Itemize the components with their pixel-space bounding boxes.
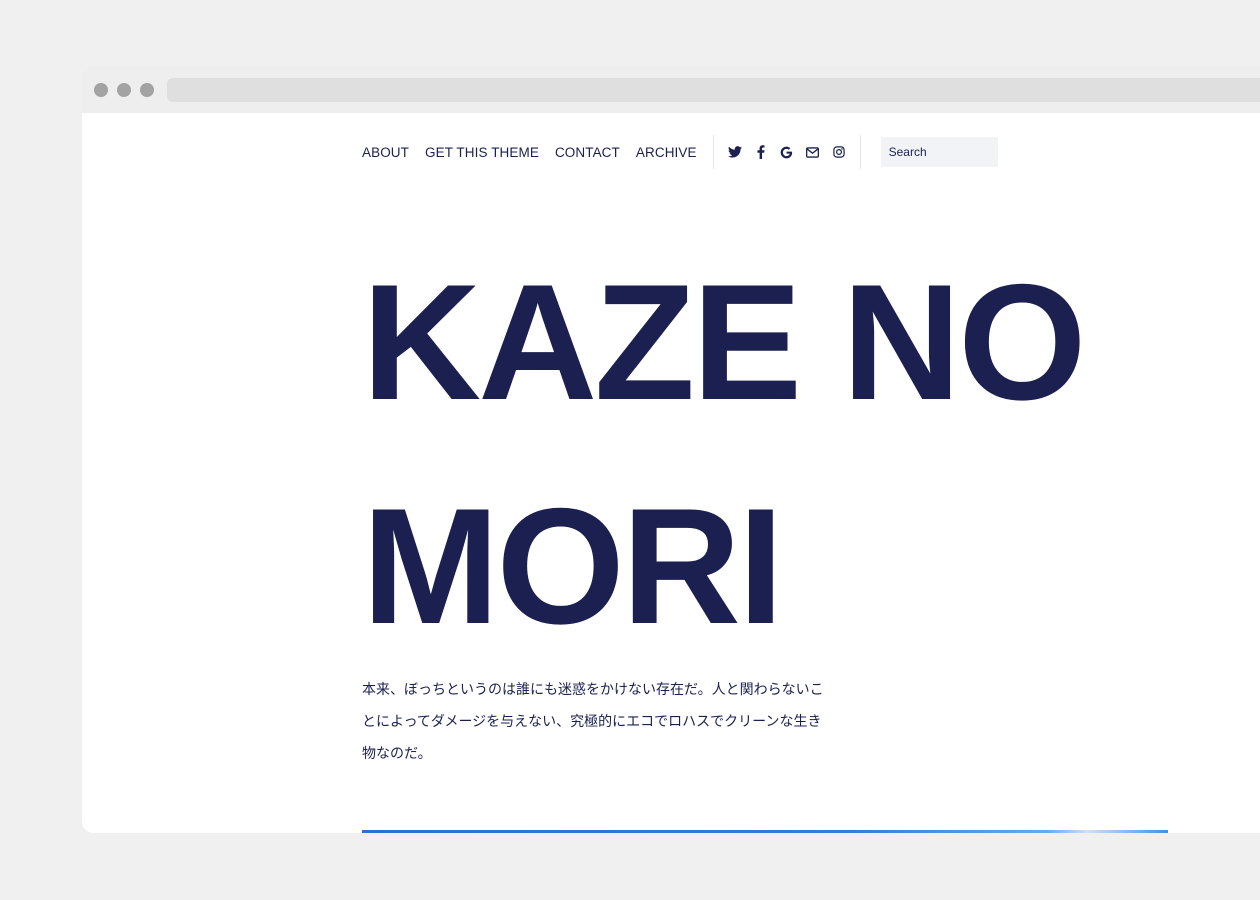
search-input[interactable] <box>880 137 998 167</box>
nav-divider <box>859 135 861 169</box>
mail-icon[interactable] <box>806 145 820 159</box>
browser-titlebar <box>82 66 1260 113</box>
nav-link-archive[interactable]: ARCHIVE <box>636 145 697 160</box>
nav-link-about[interactable]: ABOUT <box>362 145 409 160</box>
nav-link-get-this-theme[interactable]: GET THIS THEME <box>425 145 539 160</box>
top-nav: ABOUT GET THIS THEME CONTACT ARCHIVE <box>362 135 998 169</box>
featured-image-top-edge[interactable] <box>362 830 1168 833</box>
site-title: KAZE NO MORI <box>362 230 1162 678</box>
nav-link-contact[interactable]: CONTACT <box>555 145 620 160</box>
instagram-icon[interactable] <box>832 145 846 159</box>
facebook-icon[interactable] <box>754 145 768 159</box>
site-title-line-1: KAZE NO <box>362 250 1087 434</box>
twitter-icon[interactable] <box>727 145 742 159</box>
address-bar[interactable] <box>167 78 1260 102</box>
site-title-line-2: MORI <box>362 474 784 658</box>
window-close-dot[interactable] <box>94 83 108 97</box>
window-maximize-dot[interactable] <box>140 83 154 97</box>
intro-paragraph: 本来、ぼっちというのは誰にも迷惑をかけない存在だ。人と関わらないことによってダメ… <box>362 682 824 762</box>
social-links <box>727 145 858 159</box>
page-content: ABOUT GET THIS THEME CONTACT ARCHIVE Sea… <box>82 113 1260 833</box>
browser-window: ABOUT GET THIS THEME CONTACT ARCHIVE Sea… <box>82 66 1260 833</box>
window-minimize-dot[interactable] <box>117 83 131 97</box>
google-icon[interactable] <box>780 145 794 159</box>
nav-divider <box>712 135 714 169</box>
